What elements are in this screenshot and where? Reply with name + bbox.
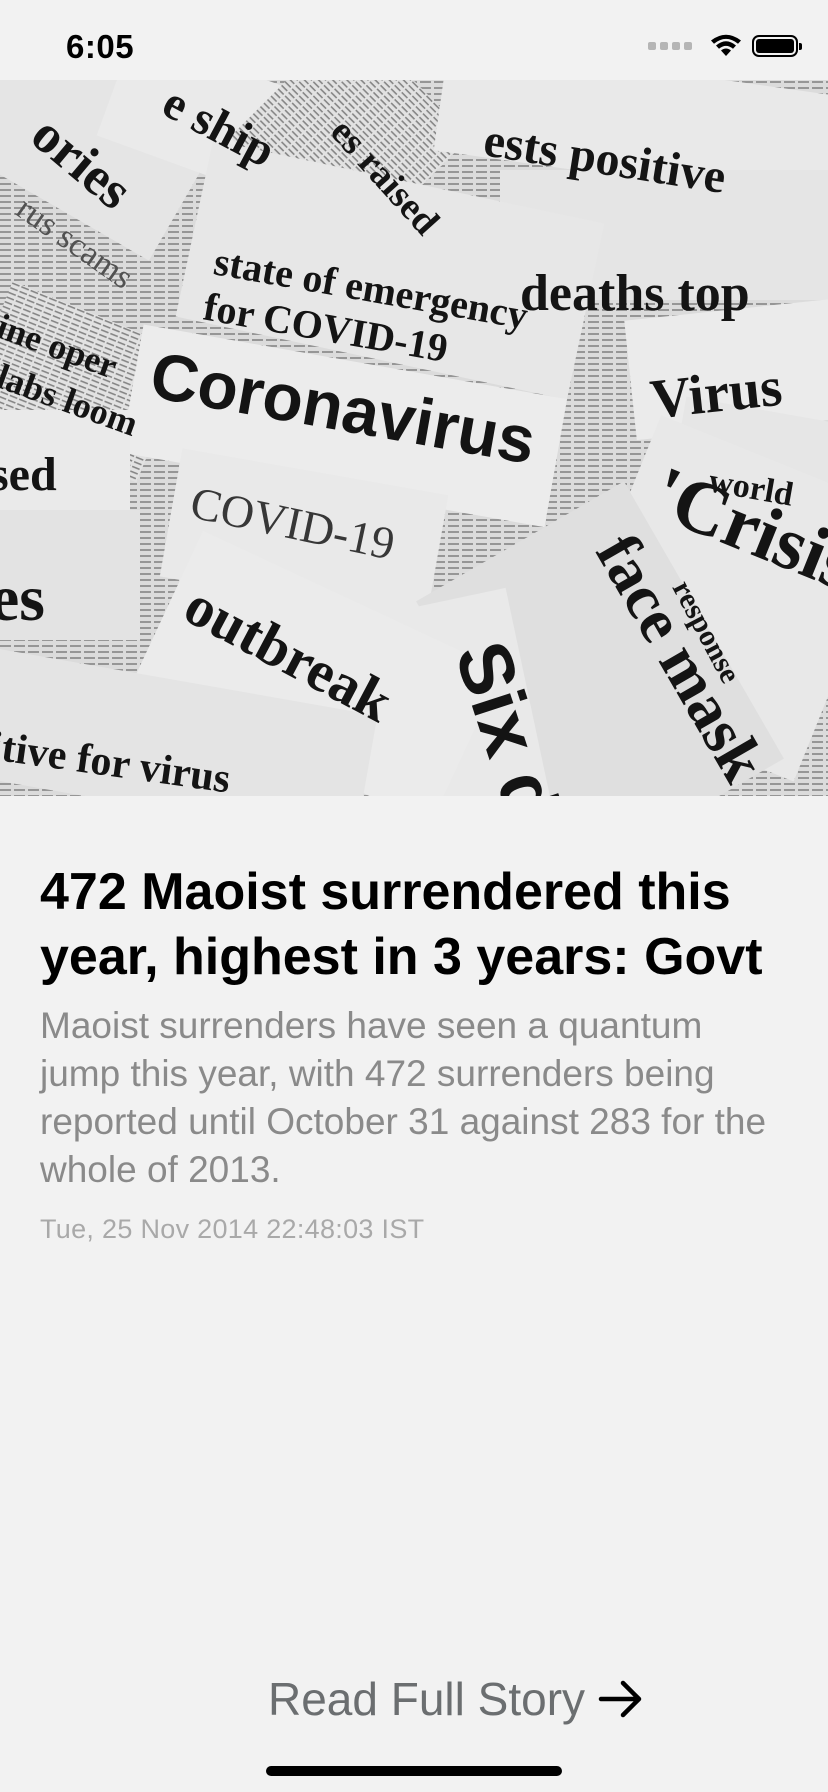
status-bar: 6:05 xyxy=(0,0,828,80)
article-timestamp: Tue, 25 Nov 2014 22:48:03 IST xyxy=(40,1214,425,1244)
cellular-signal-icon xyxy=(648,42,692,50)
article-content: 472 Maoist surrendered this year, highes… xyxy=(40,860,790,1245)
article-summary: Maoist surrenders have seen a quantum ju… xyxy=(40,1005,767,1190)
status-time: 6:05 xyxy=(66,28,135,65)
read-full-story-button[interactable]: Read Full Story xyxy=(268,1672,645,1726)
read-full-story-label: Read Full Story xyxy=(268,1673,586,1725)
arrow-right-icon xyxy=(598,1680,642,1718)
status-icons xyxy=(648,34,802,58)
home-indicator[interactable] xyxy=(266,1766,562,1776)
article-headline: 472 Maoist surrendered this year, highes… xyxy=(40,863,763,986)
article-image: Coronavirus COVID-19 state of emergency … xyxy=(0,80,828,796)
newspaper-collage-image: Coronavirus COVID-19 state of emergency … xyxy=(0,80,828,796)
battery-icon xyxy=(752,35,802,57)
news-screen: 6:05 Coronavirus COVID-19 state of emerg… xyxy=(0,0,828,1792)
wifi-icon xyxy=(711,34,741,56)
